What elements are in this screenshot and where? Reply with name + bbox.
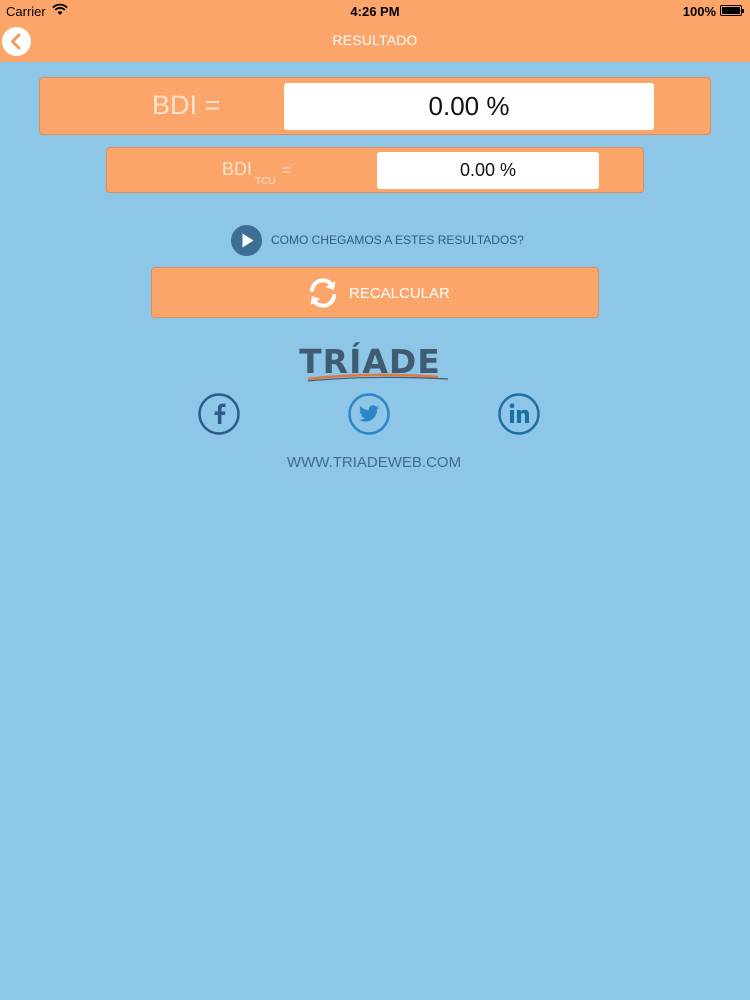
battery-percentage: 100%	[682, 4, 716, 19]
bdi-tcu-label: BDITCU =	[222, 159, 291, 187]
bdi-tcu-value-field: 0.00 %	[377, 152, 599, 189]
twitter-icon	[348, 393, 390, 435]
facebook-icon	[198, 393, 240, 435]
bdi-tcu-label-main: BDI	[222, 159, 253, 179]
explain-results-label: COMO CHEGAMOS A ESTES RESULTADOS?	[271, 233, 524, 247]
recalculate-button[interactable]: RECALCULAR	[151, 267, 599, 318]
bdi-label: BDI =	[152, 90, 221, 120]
bdi-tcu-subscript: TCU	[255, 176, 276, 187]
twitter-button[interactable]	[348, 393, 390, 435]
refresh-icon	[310, 278, 336, 308]
bdi-tcu-result-row: BDITCU = 0.00 %	[106, 147, 644, 193]
page-title: RESULTADO	[332, 32, 418, 48]
bdi-value-field: 0.00 %	[284, 83, 654, 130]
facebook-button[interactable]	[198, 393, 240, 435]
linkedin-icon	[498, 393, 540, 435]
battery-icon	[720, 5, 744, 16]
recalculate-label: RECALCULAR	[349, 285, 450, 302]
linkedin-button[interactable]	[498, 393, 540, 435]
triade-logo: TRÍADE	[288, 342, 452, 384]
bdi-result-row: BDI = 0.00 %	[39, 77, 711, 135]
logo-swoosh	[307, 373, 449, 382]
website-link[interactable]: WWW.TRIADEWEB.COM	[0, 454, 748, 471]
play-icon	[231, 225, 262, 256]
status-bar: Carrier 4:26 PM 100%	[0, 0, 750, 22]
clock: 4:26 PM	[350, 4, 400, 19]
header: Carrier 4:26 PM 100% RESULTADO	[0, 0, 750, 62]
bdi-tcu-equals: =	[281, 162, 291, 179]
